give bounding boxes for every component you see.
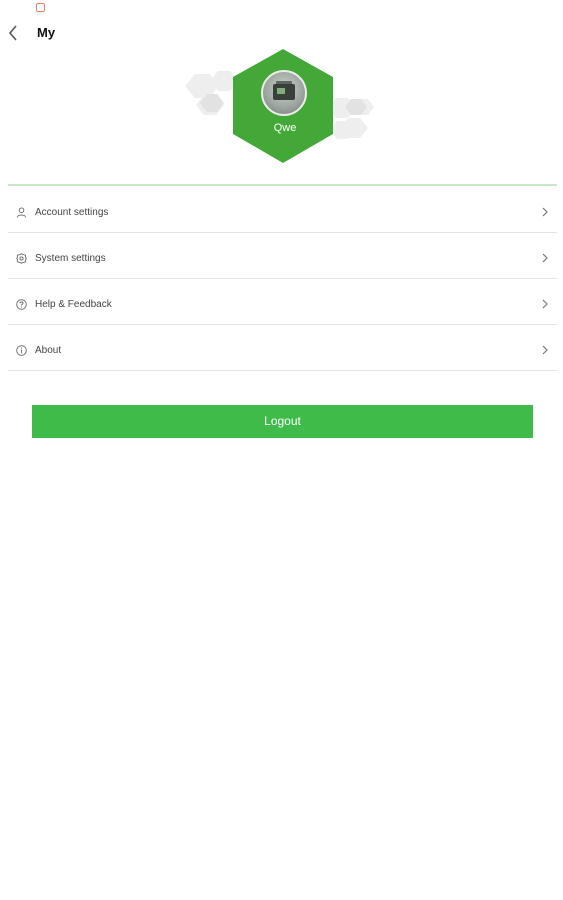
header: My	[0, 20, 563, 46]
menu-item-label: About	[35, 345, 62, 356]
logout-button[interactable]: Logout	[32, 405, 533, 438]
chevron-right-icon	[542, 207, 548, 217]
profile-header: Qwe	[180, 48, 390, 166]
username: Qwe	[273, 122, 297, 134]
menu-item-system-settings[interactable]: System settings	[8, 233, 557, 279]
menu-item-help-feedback[interactable]: Help & Feedback	[8, 279, 557, 325]
back-button[interactable]	[4, 22, 24, 44]
gear-icon	[16, 253, 27, 264]
avatar[interactable]	[261, 70, 307, 116]
page-title: My	[37, 25, 56, 40]
person-icon	[16, 207, 27, 218]
chevron-right-icon	[542, 299, 548, 309]
chevron-right-icon	[542, 253, 548, 263]
menu-item-about[interactable]: About	[8, 325, 557, 371]
menu-item-label: System settings	[35, 253, 106, 264]
menu-item-label: Help & Feedback	[35, 299, 112, 310]
settings-menu: Account settings System settings Help & …	[8, 187, 557, 371]
notification-icon	[36, 3, 45, 12]
chevron-right-icon	[542, 345, 548, 355]
my-page: My Qwe Account settings System settings …	[0, 0, 563, 900]
menu-item-account-settings[interactable]: Account settings	[8, 187, 557, 233]
profile-divider	[8, 184, 557, 186]
menu-item-label: Account settings	[35, 207, 109, 218]
chevron-left-icon	[8, 25, 17, 41]
help-icon	[16, 299, 27, 310]
info-icon	[16, 345, 27, 356]
